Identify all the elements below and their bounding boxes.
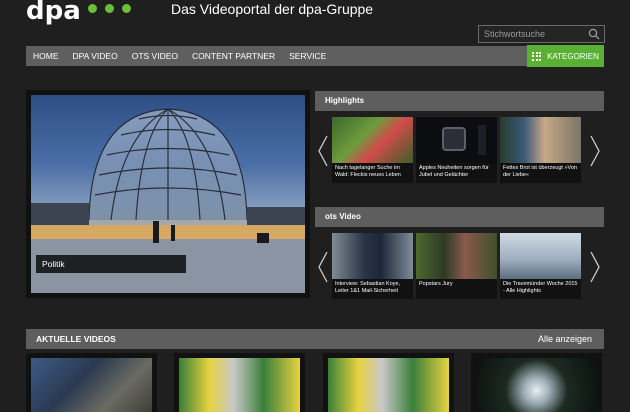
ots-video-heading: ots Video bbox=[315, 207, 604, 227]
highlights-carousel: Nach tagelanger Suche im Wald: Fleckis n… bbox=[315, 117, 604, 184]
video-thumbnail[interactable] bbox=[328, 358, 449, 412]
hero-category-label[interactable]: Politik bbox=[36, 255, 186, 273]
video-thumbnail[interactable] bbox=[332, 233, 413, 279]
video-caption[interactable]: Nach tagelanger Suche im Wald: Fleckis n… bbox=[332, 163, 413, 183]
search-box[interactable] bbox=[478, 25, 605, 43]
latest-video-3[interactable] bbox=[323, 353, 454, 412]
chevron-right-icon[interactable] bbox=[588, 122, 602, 172]
highlight-video-2[interactable]: Apples Neuheiten sorgen für Jubel und Ge… bbox=[416, 117, 497, 183]
nav-item-dpa-video[interactable]: dpa Video bbox=[66, 46, 125, 66]
logo-dots bbox=[87, 4, 131, 13]
latest-video-1[interactable] bbox=[26, 353, 157, 412]
video-caption[interactable]: Popstars Jury bbox=[416, 279, 497, 299]
ots-video-3[interactable]: Die Travemünder Woche 2015 - Alle Highli… bbox=[500, 233, 581, 299]
video-thumbnail[interactable] bbox=[416, 117, 497, 163]
video-thumbnail[interactable] bbox=[500, 233, 581, 279]
video-caption[interactable]: Interview: Sebastian Koye, Leiter 1&1 Ma… bbox=[332, 279, 413, 299]
main-navigation: Home dpa Video OTS Video Content Partner… bbox=[26, 45, 604, 67]
show-all-link[interactable]: Alle anzeigen bbox=[538, 329, 592, 349]
ots-video-2[interactable]: Popstars Jury bbox=[416, 233, 497, 299]
video-thumbnail[interactable] bbox=[332, 117, 413, 163]
chevron-right-icon[interactable] bbox=[588, 238, 602, 288]
aktuelle-videos-heading: Aktuelle Videos bbox=[36, 334, 116, 344]
aktuelle-videos-list bbox=[26, 353, 604, 412]
hero-teaser[interactable]: Politik bbox=[26, 90, 310, 298]
categories-label: Kategorien bbox=[547, 51, 599, 61]
categories-button[interactable]: Kategorien bbox=[527, 45, 604, 67]
hero-image-reichstag-dome[interactable]: Politik bbox=[31, 95, 305, 293]
logo-text: dpa bbox=[26, 0, 81, 26]
video-caption[interactable]: Die Travemünder Woche 2015 - Alle Highli… bbox=[500, 279, 581, 299]
ots-video-1[interactable]: Interview: Sebastian Koye, Leiter 1&1 Ma… bbox=[332, 233, 413, 299]
nav-item-home[interactable]: Home bbox=[26, 46, 66, 66]
video-thumbnail[interactable] bbox=[179, 358, 300, 412]
highlight-video-3[interactable]: Fettes Brot ist überzeugt »Von der Liebe… bbox=[500, 117, 581, 183]
search-icon[interactable] bbox=[588, 28, 600, 40]
latest-video-4[interactable] bbox=[471, 353, 602, 412]
video-caption[interactable]: Apples Neuheiten sorgen für Jubel und Ge… bbox=[416, 163, 497, 183]
chevron-left-icon[interactable] bbox=[316, 238, 330, 288]
nav-item-ots-video[interactable]: OTS Video bbox=[125, 46, 185, 66]
video-caption[interactable]: Fettes Brot ist überzeugt »Von der Liebe… bbox=[500, 163, 581, 183]
highlights-heading: Highlights bbox=[315, 91, 604, 111]
aktuelle-videos-bar: Aktuelle Videos Alle anzeigen bbox=[26, 329, 604, 349]
ots-video-carousel: Interview: Sebastian Koye, Leiter 1&1 Ma… bbox=[315, 233, 604, 300]
video-thumbnail[interactable] bbox=[500, 117, 581, 163]
highlight-video-1[interactable]: Nach tagelanger Suche im Wald: Fleckis n… bbox=[332, 117, 413, 183]
dpa-logo[interactable]: dpa bbox=[26, 0, 131, 26]
video-thumbnail[interactable] bbox=[31, 358, 152, 412]
search-input[interactable] bbox=[479, 29, 584, 39]
nav-item-content-partner[interactable]: Content Partner bbox=[185, 46, 282, 66]
video-thumbnail[interactable] bbox=[476, 358, 597, 412]
chevron-left-icon[interactable] bbox=[316, 122, 330, 172]
video-thumbnail[interactable] bbox=[416, 233, 497, 279]
nav-item-service[interactable]: Service bbox=[282, 46, 333, 66]
grid-icon bbox=[532, 51, 542, 61]
page-tagline: Das Videoportal der dpa-Gruppe bbox=[171, 1, 374, 17]
latest-video-2[interactable] bbox=[174, 353, 305, 412]
